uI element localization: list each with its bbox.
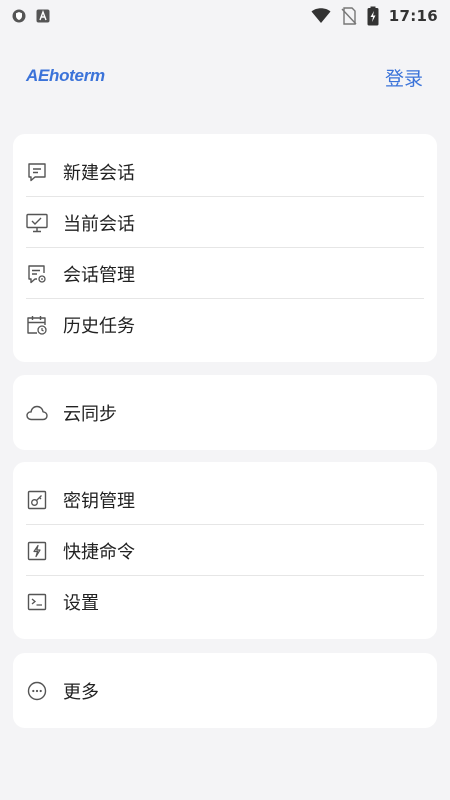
menu-card-main: 新建会话 当前会话 会话管理 历史任务 — [13, 134, 437, 362]
wifi-icon — [311, 8, 331, 24]
status-left — [12, 9, 50, 23]
menu-item-session-management[interactable]: 会话管理 — [13, 248, 437, 299]
status-bar: 17:16 — [0, 0, 450, 32]
login-button[interactable]: 登录 — [385, 64, 423, 91]
menu-item-label: 当前会话 — [63, 213, 135, 235]
more-icon — [26, 680, 48, 702]
shield-icon — [12, 9, 26, 23]
menu-item-label: 设置 — [63, 592, 99, 614]
menu-item-cloud-sync[interactable]: 云同步 — [13, 375, 437, 450]
session-management-icon — [26, 263, 48, 285]
menu-item-settings[interactable]: 设置 — [13, 576, 437, 627]
current-session-icon — [26, 212, 48, 234]
menu-card-sync: 云同步 — [13, 375, 437, 450]
calendar-history-icon — [26, 314, 48, 336]
menu-item-quick-commands[interactable]: 快捷命令 — [13, 525, 437, 576]
battery-charging-icon — [367, 6, 379, 26]
app-header: AEhoterm 登录 — [0, 54, 450, 100]
menu-item-label: 快捷命令 — [63, 541, 135, 563]
menu-item-label: 更多 — [63, 681, 99, 703]
app-logo: AEhoterm — [26, 66, 105, 85]
terminal-icon — [26, 591, 48, 613]
menu-item-label: 密钥管理 — [63, 490, 135, 512]
menu-item-more[interactable]: 更多 — [13, 653, 437, 728]
status-right: 17:16 — [311, 6, 438, 26]
menu-card-tools: 密钥管理 快捷命令 设置 — [13, 462, 437, 639]
a-icon — [36, 9, 50, 23]
menu-item-key-management[interactable]: 密钥管理 — [13, 474, 437, 525]
menu-item-current-session[interactable]: 当前会话 — [13, 197, 437, 248]
menu-item-label: 新建会话 — [63, 162, 135, 184]
menu-card-more: 更多 — [13, 653, 437, 728]
menu-item-history-tasks[interactable]: 历史任务 — [13, 299, 437, 350]
menu-item-new-session[interactable]: 新建会话 — [13, 146, 437, 197]
key-icon — [26, 489, 48, 511]
menu-item-label: 云同步 — [63, 403, 117, 425]
menu-item-label: 会话管理 — [63, 264, 135, 286]
cloud-icon — [26, 402, 48, 424]
status-time: 17:16 — [388, 7, 438, 25]
new-session-icon — [26, 161, 48, 183]
lightning-icon — [26, 540, 48, 562]
menu-item-label: 历史任务 — [63, 315, 135, 337]
no-sim-icon — [341, 7, 357, 25]
